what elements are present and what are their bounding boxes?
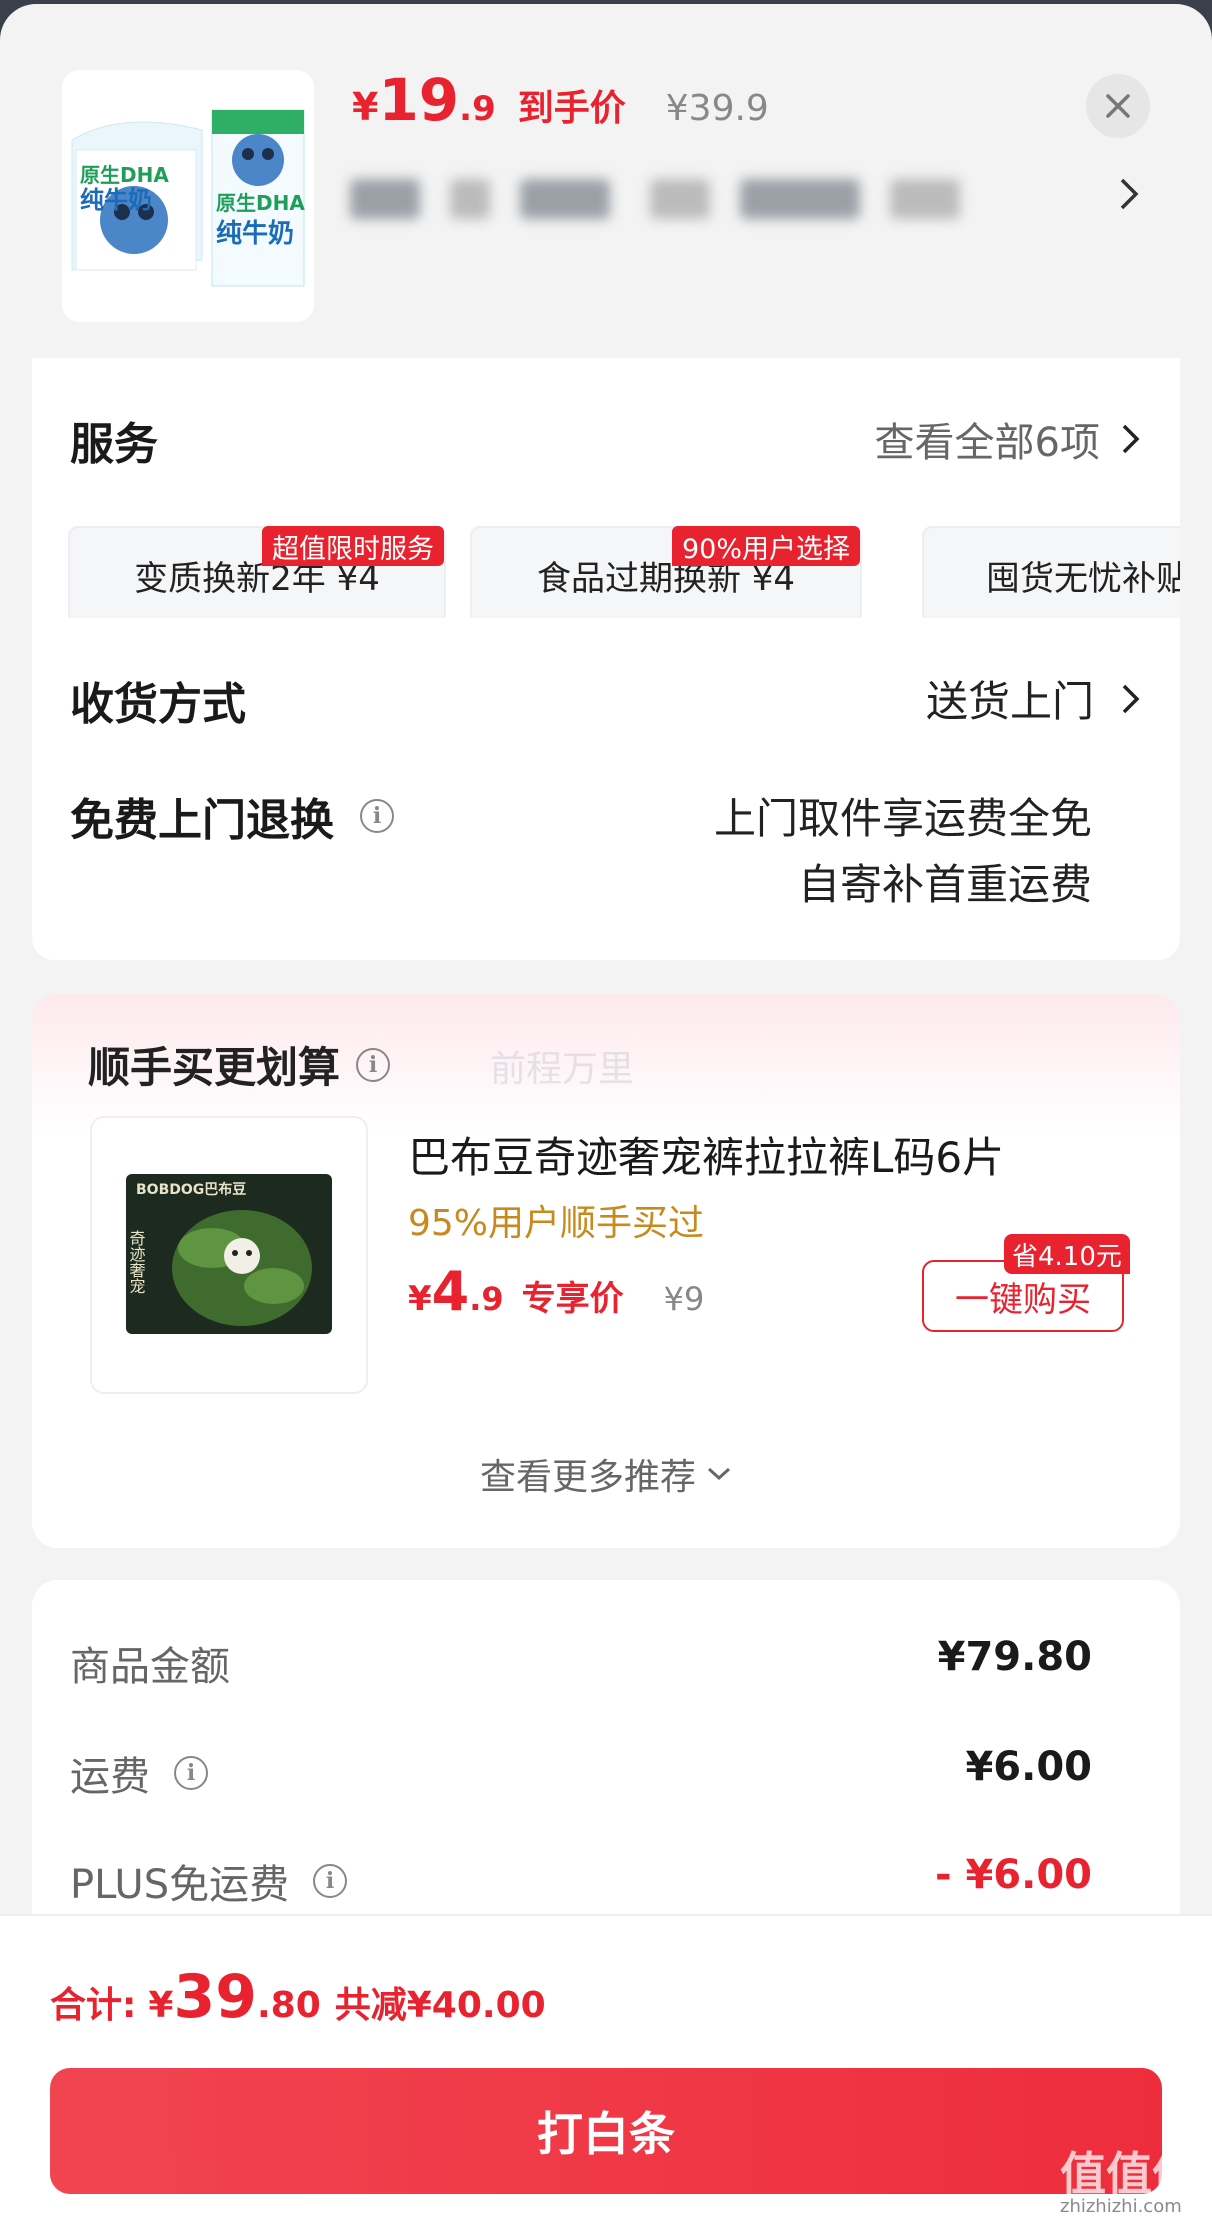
- header-price: ¥ 19 .9 到手价 ¥39.9: [352, 66, 769, 134]
- service-card: 服务 查看全部6项 变质换新2年 ¥4 超值限时服务 食品过期换新 ¥4 90%…: [32, 358, 1180, 960]
- view-more-label: 查看更多推荐: [479, 1457, 696, 1498]
- total-discount: 共减¥40.00: [334, 1985, 546, 2026]
- recommend-buy-rate: 95%用户顺手买过: [408, 1203, 705, 1244]
- summary-row-label: 商品金额: [70, 1644, 230, 1690]
- delivery-method-value: 送货上门: [925, 677, 1094, 726]
- close-icon: [1106, 94, 1130, 118]
- chevron-right-icon[interactable]: [1118, 176, 1140, 222]
- services-title: 服务: [70, 419, 158, 470]
- service-option-label: 囤货无忧补贴: [986, 558, 1180, 599]
- site-watermark: 值值值: [1060, 2147, 1198, 2201]
- view-all-label: 查看全部6项: [874, 420, 1100, 466]
- recommend-price: ¥ 4 .9 专享价 ¥9: [408, 1260, 704, 1323]
- chevron-right-icon: [1122, 424, 1140, 454]
- price-decimal: .9: [459, 89, 496, 129]
- price-integer: 19: [378, 66, 460, 134]
- service-badge: 超值限时服务: [262, 526, 444, 566]
- service-option-3[interactable]: 囤货无忧补贴: [922, 526, 1180, 618]
- final-price-tag: 到手价: [517, 88, 626, 129]
- recommend-header: 顺手买更划算 i: [88, 1034, 391, 1095]
- view-more-recommendations[interactable]: 查看更多推荐: [32, 1448, 1180, 1500]
- info-icon[interactable]: i: [356, 1047, 391, 1082]
- order-total: 合计: ¥ 39 .80 共减¥40.00: [50, 1962, 546, 2032]
- recommend-title: 顺手买更划算: [88, 1043, 341, 1092]
- service-options-row[interactable]: 变质换新2年 ¥4 超值限时服务 食品过期换新 ¥4 90%用户选择 囤货无忧补…: [68, 514, 1180, 618]
- checkout-sheet: 原生DHA 纯牛奶 原生DHA 纯牛奶 ¥ 19 .9 到手价 ¥39.9 服务…: [0, 4, 1212, 2228]
- product-title-blurred[interactable]: [350, 170, 960, 228]
- info-icon[interactable]: i: [174, 1756, 208, 1790]
- exclusive-price-tag: 专享价: [521, 1279, 624, 1319]
- original-price: ¥39.9: [665, 88, 769, 129]
- thumb-label-3: 原生DHA: [216, 191, 305, 215]
- service-option-2[interactable]: 食品过期换新 ¥4 90%用户选择: [470, 526, 862, 618]
- price-currency: ¥: [408, 1279, 432, 1319]
- delivery-title: 收货方式: [70, 679, 246, 730]
- returns-details: 上门取件享运费全免 自寄补首重运费: [714, 786, 1092, 918]
- product-thumbnail[interactable]: 原生DHA 纯牛奶 原生DHA 纯牛奶: [62, 70, 314, 322]
- thumb-name: 奇迹奢宠: [127, 1230, 146, 1294]
- summary-row-plus: PLUS免运费 i: [70, 1852, 348, 1910]
- info-icon[interactable]: i: [360, 799, 394, 833]
- original-price: ¥9: [663, 1280, 705, 1318]
- thumb-label-2: 纯牛奶: [80, 186, 152, 214]
- site-watermark-url: zhizhizhi.com: [1060, 2196, 1182, 2217]
- total-decimal: .80: [256, 1985, 321, 2026]
- summary-row-label: 运费: [70, 1754, 150, 1800]
- summary-row-value-discount: - ¥6.00: [934, 1852, 1092, 1898]
- returns-line-1: 上门取件享运费全免: [713, 794, 1092, 843]
- bottom-checkout-bar: 合计: ¥ 39 .80 共减¥40.00 打白条 值值值 zhizhizhi.…: [0, 1914, 1212, 2228]
- summary-row-value: ¥6.00: [965, 1744, 1092, 1790]
- thumb-brand: BOBDOG巴布豆: [136, 1181, 246, 1198]
- watermark-text: 前程万里: [490, 1049, 635, 1090]
- total-label: 合计:: [50, 1985, 137, 2026]
- price-summary-card: 商品金额 ¥79.80 运费 i ¥6.00 PLUS免运费 i - ¥6.00: [32, 1580, 1180, 1920]
- returns-row-title: 免费上门退换 i: [70, 784, 394, 848]
- chevron-right-icon: [1122, 684, 1140, 713]
- summary-row-value: ¥79.80: [937, 1634, 1092, 1680]
- price-decimal: .9: [469, 1280, 504, 1318]
- save-amount-badge: 省4.10元: [1004, 1234, 1130, 1274]
- thumb-label-4: 纯牛奶: [216, 218, 294, 249]
- total-integer: 39: [173, 1962, 257, 2032]
- view-all-services-link[interactable]: 查看全部6项: [875, 410, 1142, 468]
- pay-with-baitiao-button[interactable]: 打白条: [50, 2068, 1162, 2194]
- milk-box-image: 原生DHA 纯牛奶 原生DHA 纯牛奶: [62, 70, 314, 322]
- returns-line-2: 自寄补首重运费: [797, 860, 1092, 909]
- recommend-product-thumbnail[interactable]: BOBDOG巴布豆 奇迹奢宠: [90, 1116, 368, 1394]
- summary-row-label: PLUS免运费: [70, 1862, 290, 1908]
- recommendation-card: 顺手买更划算 i 前程万里 BOBDOG巴布豆 奇迹奢宠 巴布豆奇迹奢宠裤拉拉裤…: [32, 994, 1180, 1548]
- total-currency: ¥: [148, 1985, 174, 2026]
- recommend-product-title[interactable]: 巴布豆奇迹奢宠裤拉拉裤L码6片: [408, 1124, 1004, 1185]
- close-button[interactable]: [1086, 74, 1150, 138]
- delivery-method-selector[interactable]: 送货上门: [926, 668, 1142, 729]
- diaper-pack-image: BOBDOG巴布豆 奇迹奢宠: [92, 1118, 366, 1392]
- summary-row-shipping: 运费 i: [70, 1744, 208, 1802]
- chevron-down-icon: [707, 1467, 731, 1481]
- info-icon[interactable]: i: [313, 1864, 348, 1898]
- service-option-1[interactable]: 变质换新2年 ¥4 超值限时服务: [68, 526, 446, 618]
- returns-title: 免费上门退换: [70, 795, 334, 846]
- price-integer: 4: [431, 1260, 470, 1323]
- price-currency: ¥: [352, 85, 379, 129]
- thumb-label-1: 原生DHA: [80, 163, 169, 187]
- service-badge: 90%用户选择: [671, 526, 860, 566]
